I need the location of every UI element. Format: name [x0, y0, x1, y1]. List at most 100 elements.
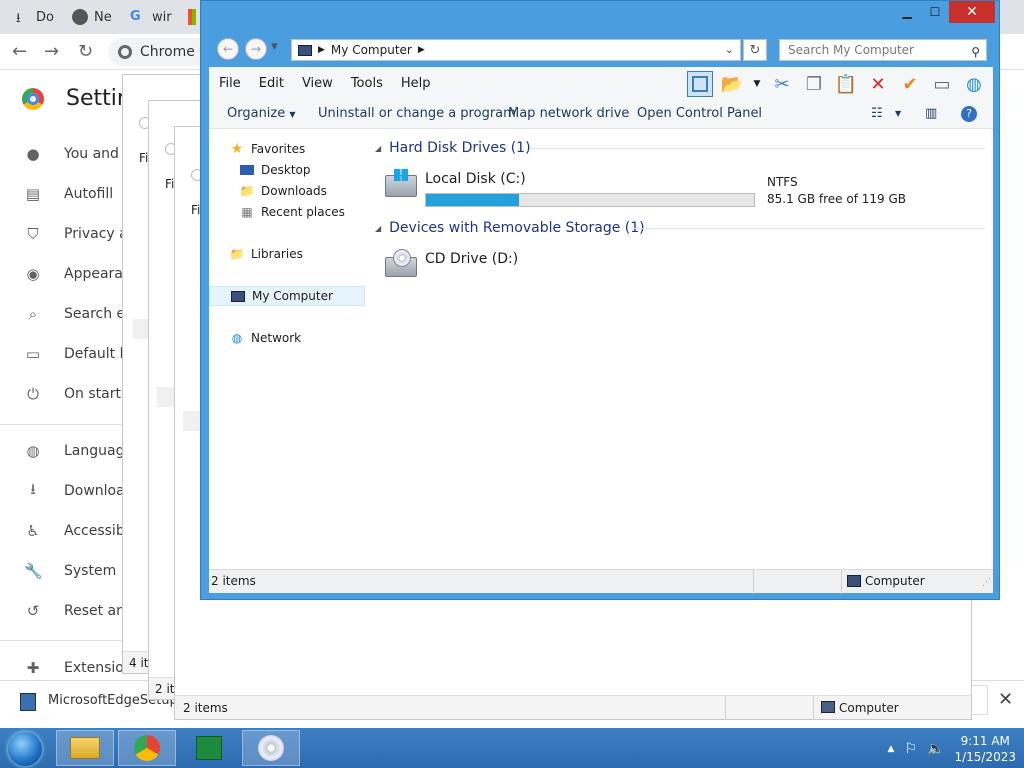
minimize-button[interactable]: ▁: [893, 1, 921, 23]
maximize-button[interactable]: ☐: [921, 1, 949, 23]
nav-downloads[interactable]: 📁 Downloads: [239, 181, 327, 201]
chrome-tab-store[interactable]: [182, 4, 202, 30]
settings-menu-privacy[interactable]: ⛉ Privacy a: [24, 222, 127, 246]
browser-icon: ▭: [25, 345, 41, 363]
download-icon: ⭳: [16, 11, 21, 26]
menu-help[interactable]: Help: [401, 76, 431, 91]
settings-menu-accessibility[interactable]: ♿ Accessib: [24, 519, 124, 543]
back-button[interactable]: ←: [217, 38, 239, 60]
view-dropdown-icon[interactable]: ▼: [895, 109, 901, 118]
accessibility-icon: ♿: [26, 522, 40, 540]
delete-icon[interactable]: ✕: [865, 71, 891, 97]
menu-view[interactable]: View: [302, 76, 333, 91]
folder-options-icon[interactable]: 📂: [719, 71, 745, 97]
file-menu[interactable]: Fi: [191, 203, 200, 217]
nav-desktop[interactable]: Desktop: [239, 160, 311, 180]
downloads-folder-icon: 📁: [239, 184, 255, 198]
map-network-drive-button[interactable]: Map network drive: [508, 106, 629, 121]
volume-icon[interactable]: 🔈: [927, 741, 944, 757]
chrome-tab-new[interactable]: Ne: [66, 4, 118, 30]
settings-menu-system[interactable]: 🔧 System: [24, 559, 116, 583]
refresh-button[interactable]: ↻: [743, 39, 767, 61]
status-location: Computer: [865, 574, 925, 588]
properties-check-icon[interactable]: ✔: [897, 71, 923, 97]
settings-menu-search-engine[interactable]: ⌕ Search er: [24, 302, 131, 326]
file-menu[interactable]: Fi: [139, 151, 148, 165]
pane-layout-glyph: [692, 76, 708, 92]
explorer-window-my-computer[interactable]: ▁ ☐ ✕ ← → ▼ ▶ My Computer ▶ ⌄ ↻ Search M…: [200, 0, 1000, 600]
settings-menu-downloads[interactable]: ⭳ Download: [24, 479, 133, 503]
settings-menu-default-browser[interactable]: ▭ Default b: [24, 342, 129, 366]
nav-my-computer[interactable]: My Computer: [209, 286, 365, 306]
show-hidden-icons-icon[interactable]: ▲: [888, 744, 895, 754]
drive-item-cd-drive-d[interactable]: CD Drive (D:): [377, 249, 677, 289]
status-bar: 2 items Computer: [175, 695, 971, 720]
rename-icon[interactable]: ▭: [929, 71, 955, 97]
menu-tools[interactable]: Tools: [351, 76, 383, 91]
help-icon[interactable]: ?: [961, 106, 977, 122]
back-arrow-icon[interactable]: ←: [12, 41, 27, 62]
nav-favorites[interactable]: ★ Favorites: [229, 139, 306, 159]
windows-logo-icon: [394, 169, 408, 181]
start-button[interactable]: [8, 732, 42, 766]
reload-icon[interactable]: ↻: [78, 41, 93, 62]
settings-menu-appearance[interactable]: ◉ Appearan: [24, 262, 131, 286]
search-box[interactable]: Search My Computer ⚲: [779, 39, 987, 61]
settings-menu-languages[interactable]: ◍ Language: [24, 439, 133, 463]
disk-usage-bar: [425, 193, 755, 207]
navigation-pane: ★ Favorites Desktop 📁 Downloads ▦ Recent pl…: [209, 129, 367, 569]
nav-recent-places[interactable]: ▦ Recent places: [239, 202, 345, 222]
close-icon[interactable]: ✕: [998, 689, 1013, 710]
taskbar-disc-utility[interactable]: [242, 730, 300, 766]
cut-icon[interactable]: ✂: [769, 71, 795, 97]
reset-icon: ↺: [26, 602, 40, 620]
menu-edit[interactable]: Edit: [259, 76, 284, 91]
change-view-icon[interactable]: ☷: [871, 106, 883, 121]
network-globe-icon[interactable]: ◍: [961, 71, 987, 97]
action-center-icon[interactable]: ⚐: [904, 741, 917, 757]
taskbar-chrome[interactable]: [118, 730, 176, 766]
address-bar[interactable]: ▶ My Computer ▶ ⌄: [291, 39, 741, 61]
chrome-tab-downloads[interactable]: ⭳ Do: [10, 4, 60, 30]
group-header-removable-storage[interactable]: ◢ Devices with Removable Storage (1): [375, 217, 645, 239]
breadcrumb-separator-icon[interactable]: ▶: [418, 45, 425, 55]
status-bar: 2 items Computer ⋰: [209, 569, 993, 594]
nav-network[interactable]: ◍ Network: [229, 328, 301, 348]
organize-button[interactable]: Organize ▼: [227, 106, 296, 121]
palette-icon: ◉: [26, 265, 40, 283]
clock[interactable]: 9:11 AM 1/15/2023: [954, 733, 1016, 765]
recent-places-icon: ▦: [241, 205, 253, 219]
forward-button[interactable]: →: [245, 38, 267, 60]
status-divider: [813, 696, 814, 720]
open-control-panel-button[interactable]: Open Control Panel: [637, 106, 762, 121]
folder-icon: [70, 737, 100, 759]
file-menu[interactable]: Fi: [165, 177, 174, 191]
close-button[interactable]: ✕: [949, 1, 995, 23]
copy-icon[interactable]: ❐: [801, 71, 827, 97]
dropdown-arrow-icon[interactable]: ▼: [751, 71, 763, 97]
forward-arrow-icon[interactable]: →: [44, 41, 59, 62]
settings-menu-autofill[interactable]: ▤ Autofill: [24, 182, 113, 206]
nav-libraries[interactable]: 📁 Libraries: [229, 244, 303, 264]
recent-locations-dropdown[interactable]: ▼: [271, 42, 278, 52]
group-header-hard-disk-drives[interactable]: ◢ Hard Disk Drives (1): [375, 137, 531, 159]
uninstall-program-button[interactable]: Uninstall or change a program: [318, 106, 516, 121]
chrome-tab-google[interactable]: G wir: [124, 4, 178, 30]
menu-divider: [0, 640, 122, 641]
preview-pane-toggle-icon[interactable]: ▥: [925, 106, 937, 121]
paste-icon[interactable]: 📋: [833, 71, 859, 97]
settings-menu-you-and-google[interactable]: ● You and G: [24, 142, 134, 166]
settings-menu-on-startup[interactable]: ⏻ On startu: [24, 382, 130, 406]
menu-file[interactable]: File: [219, 76, 241, 91]
preview-pane-icon[interactable]: [687, 71, 713, 97]
breadcrumb-my-computer[interactable]: My Computer: [331, 43, 412, 57]
taskbar-file-explorer[interactable]: [56, 730, 114, 766]
resize-grip-icon[interactable]: ⋰: [982, 578, 991, 588]
settings-menu-extensions[interactable]: ✚ Extension: [24, 656, 133, 680]
taskbar-windows-store[interactable]: [180, 730, 238, 766]
desktop-glyph: [240, 165, 254, 175]
address-row: ← → ▼ ▶ My Computer ▶ ⌄ ↻ Search My Comp…: [209, 36, 993, 64]
shield-icon: ⛉: [27, 225, 39, 243]
settings-menu-reset[interactable]: ↺ Reset and: [24, 599, 134, 623]
address-dropdown-icon[interactable]: ⌄: [725, 43, 734, 56]
